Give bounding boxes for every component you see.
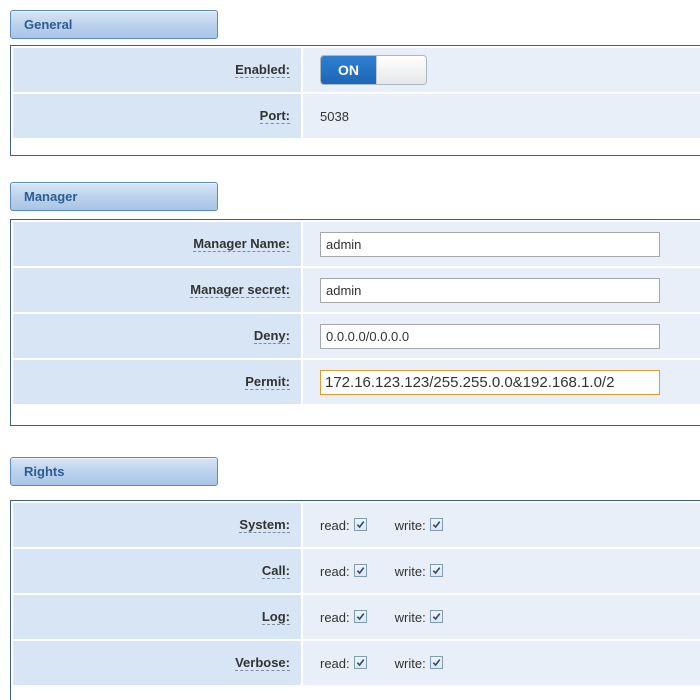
- read-label: read:: [320, 563, 350, 579]
- general-panel: Enabled: ON Port: 5038: [10, 45, 700, 156]
- manager-secret-label: Manager secret:: [190, 282, 290, 298]
- deny-label: Deny:: [253, 328, 290, 344]
- rights-value-cell: read: write:: [303, 503, 700, 547]
- toggle-knob: [376, 56, 426, 84]
- enabled-row: Enabled: ON: [11, 48, 700, 92]
- checkmark-icon: [356, 658, 365, 666]
- manager-secret-input[interactable]: [320, 277, 660, 303]
- write-permission: write:: [394, 517, 443, 533]
- permit-label: Permit:: [245, 374, 290, 390]
- permit-value-cell: [303, 360, 700, 404]
- write-permission: write:: [394, 563, 443, 579]
- read-label: read:: [320, 517, 350, 533]
- read-permission: read:: [320, 563, 367, 579]
- deny-value-cell: [303, 314, 700, 358]
- enabled-value-cell: ON: [303, 48, 700, 92]
- write-label: write:: [394, 517, 426, 533]
- enabled-label: Enabled:: [235, 62, 290, 78]
- port-label: Port:: [259, 108, 290, 124]
- checkmark-icon: [356, 566, 365, 574]
- rights-panel: System: read: write: Call: read: write:: [10, 500, 700, 700]
- write-checkbox[interactable]: [429, 609, 443, 623]
- rights-label-cell: Log:: [13, 595, 301, 639]
- manager-name-input[interactable]: [320, 231, 660, 257]
- toggle-on-label: ON: [321, 56, 376, 84]
- rights-label-cell: Call:: [13, 549, 301, 593]
- deny-label-cell: Deny:: [13, 314, 301, 358]
- write-label: write:: [394, 563, 426, 579]
- read-permission: read:: [320, 609, 367, 625]
- enabled-toggle[interactable]: ON: [320, 55, 427, 85]
- port-value: 5038: [320, 108, 349, 124]
- checkmark-icon: [356, 520, 365, 528]
- manager-secret-label-cell: Manager secret:: [13, 268, 301, 312]
- checkmark-icon: [432, 658, 441, 666]
- manager-section-tab: Manager: [10, 182, 218, 211]
- write-label: write:: [394, 655, 426, 671]
- deny-row: Deny:: [11, 314, 700, 358]
- rights-row: Log: read: write:: [11, 595, 700, 639]
- read-checkbox[interactable]: [353, 655, 367, 669]
- rights-section-tab: Rights: [10, 457, 218, 486]
- write-label: write:: [394, 609, 426, 625]
- rights-label-cell: System:: [13, 503, 301, 547]
- write-checkbox[interactable]: [429, 563, 443, 577]
- port-label-cell: Port:: [13, 94, 301, 138]
- read-label: read:: [320, 655, 350, 671]
- port-row: Port: 5038: [11, 94, 700, 138]
- manager-panel: Manager Name: Manager secret: Deny: Perm…: [10, 219, 700, 426]
- port-value-cell: 5038: [303, 94, 700, 138]
- checkmark-icon: [432, 612, 441, 620]
- rights-row: Verbose: read: write:: [11, 641, 700, 685]
- read-checkbox[interactable]: [353, 609, 367, 623]
- manager-secret-row: Manager secret:: [11, 268, 700, 312]
- checkmark-icon: [432, 566, 441, 574]
- read-label: read:: [320, 609, 350, 625]
- rights-label: Verbose:: [235, 655, 290, 671]
- rights-value-cell: read: write:: [303, 641, 700, 685]
- manager-secret-value-cell: [303, 268, 700, 312]
- permit-row: Permit:: [11, 360, 700, 404]
- rights-value-cell: read: write:: [303, 549, 700, 593]
- write-checkbox[interactable]: [429, 655, 443, 669]
- enabled-label-cell: Enabled:: [13, 48, 301, 92]
- checkmark-icon: [432, 520, 441, 528]
- rights-label: System:: [239, 517, 290, 533]
- general-section-tab: General: [10, 10, 218, 39]
- manager-name-label-cell: Manager Name:: [13, 222, 301, 266]
- read-permission: read:: [320, 655, 367, 671]
- rights-label-cell: Verbose:: [13, 641, 301, 685]
- write-checkbox[interactable]: [429, 517, 443, 531]
- rights-row: Call: read: write:: [11, 549, 700, 593]
- permit-label-cell: Permit:: [13, 360, 301, 404]
- rights-value-cell: read: write:: [303, 595, 700, 639]
- read-permission: read:: [320, 517, 367, 533]
- manager-name-row: Manager Name:: [11, 222, 700, 266]
- read-checkbox[interactable]: [353, 517, 367, 531]
- read-checkbox[interactable]: [353, 563, 367, 577]
- checkmark-icon: [356, 612, 365, 620]
- rights-row: System: read: write:: [11, 503, 700, 547]
- write-permission: write:: [394, 655, 443, 671]
- permit-input[interactable]: [320, 369, 660, 395]
- rights-label: Call:: [261, 563, 290, 579]
- deny-input[interactable]: [320, 323, 660, 349]
- rights-label: Log:: [261, 609, 290, 625]
- manager-name-label: Manager Name:: [193, 236, 290, 252]
- manager-name-value-cell: [303, 222, 700, 266]
- write-permission: write:: [394, 609, 443, 625]
